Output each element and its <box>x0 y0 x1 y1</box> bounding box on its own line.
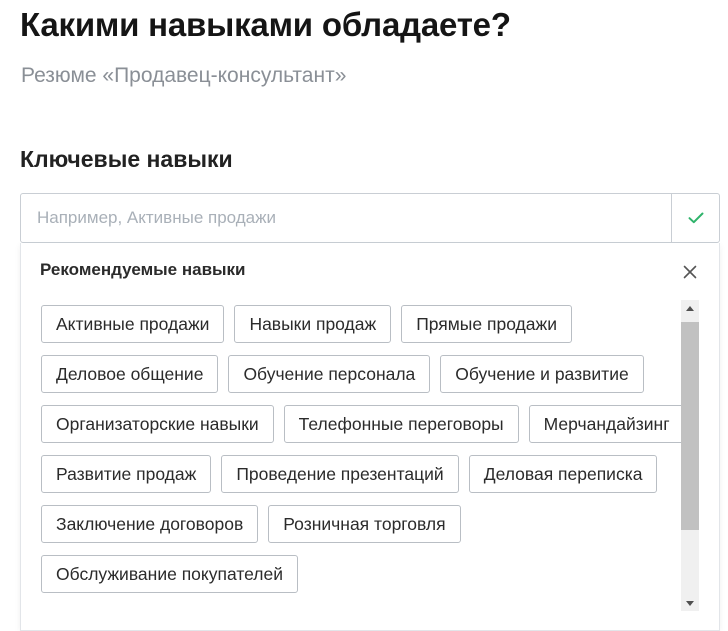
skill-chip[interactable]: Обслуживание покупателей <box>41 555 299 593</box>
skill-chip[interactable]: Заключение договоров <box>41 505 259 543</box>
scroll-up-button[interactable] <box>681 300 699 316</box>
skill-input-group <box>20 193 720 243</box>
recommended-skills-title: Рекомендуемые навыки <box>40 260 246 279</box>
scroll-down-button[interactable] <box>681 595 699 611</box>
close-button[interactable] <box>681 263 699 281</box>
skill-chip[interactable]: Розничная торговля <box>268 505 461 543</box>
section-title: Ключевые навыки <box>20 146 233 172</box>
recommended-skills-panel: Рекомендуемые навыки Активные продажи На… <box>20 243 720 631</box>
skill-chip[interactable]: Мерчандайзинг <box>528 405 685 443</box>
skill-chip[interactable]: Активные продажи <box>41 305 225 343</box>
close-icon <box>683 265 697 279</box>
skill-input[interactable] <box>21 194 671 242</box>
skill-chip[interactable]: Деловое общение <box>41 355 219 393</box>
skill-chip[interactable]: Развитие продаж <box>41 455 212 493</box>
skill-chip[interactable]: Навыки продаж <box>234 305 392 343</box>
page-title: Какими навыками обладаете? <box>20 6 511 43</box>
skill-chip[interactable]: Обучение персонала <box>228 355 431 393</box>
triangle-up-icon <box>686 305 694 311</box>
skill-chip[interactable]: Организаторские навыки <box>41 405 274 443</box>
page-subtitle: Резюме «Продавец-консультант» <box>21 64 347 87</box>
skill-chip[interactable]: Прямые продажи <box>401 305 572 343</box>
confirm-button[interactable] <box>671 194 720 242</box>
check-icon <box>688 212 704 224</box>
vertical-scrollbar[interactable] <box>681 300 699 611</box>
scrollbar-thumb[interactable] <box>681 322 699 530</box>
recommended-skills-list: Активные продажи Навыки продаж Прямые пр… <box>41 305 691 607</box>
skill-chip[interactable]: Проведение презентаций <box>221 455 459 493</box>
triangle-down-icon <box>686 600 694 606</box>
skill-chip[interactable]: Обучение и развитие <box>440 355 644 393</box>
skill-chip[interactable]: Телефонные переговоры <box>283 405 519 443</box>
skill-chip[interactable]: Деловая переписка <box>468 455 658 493</box>
